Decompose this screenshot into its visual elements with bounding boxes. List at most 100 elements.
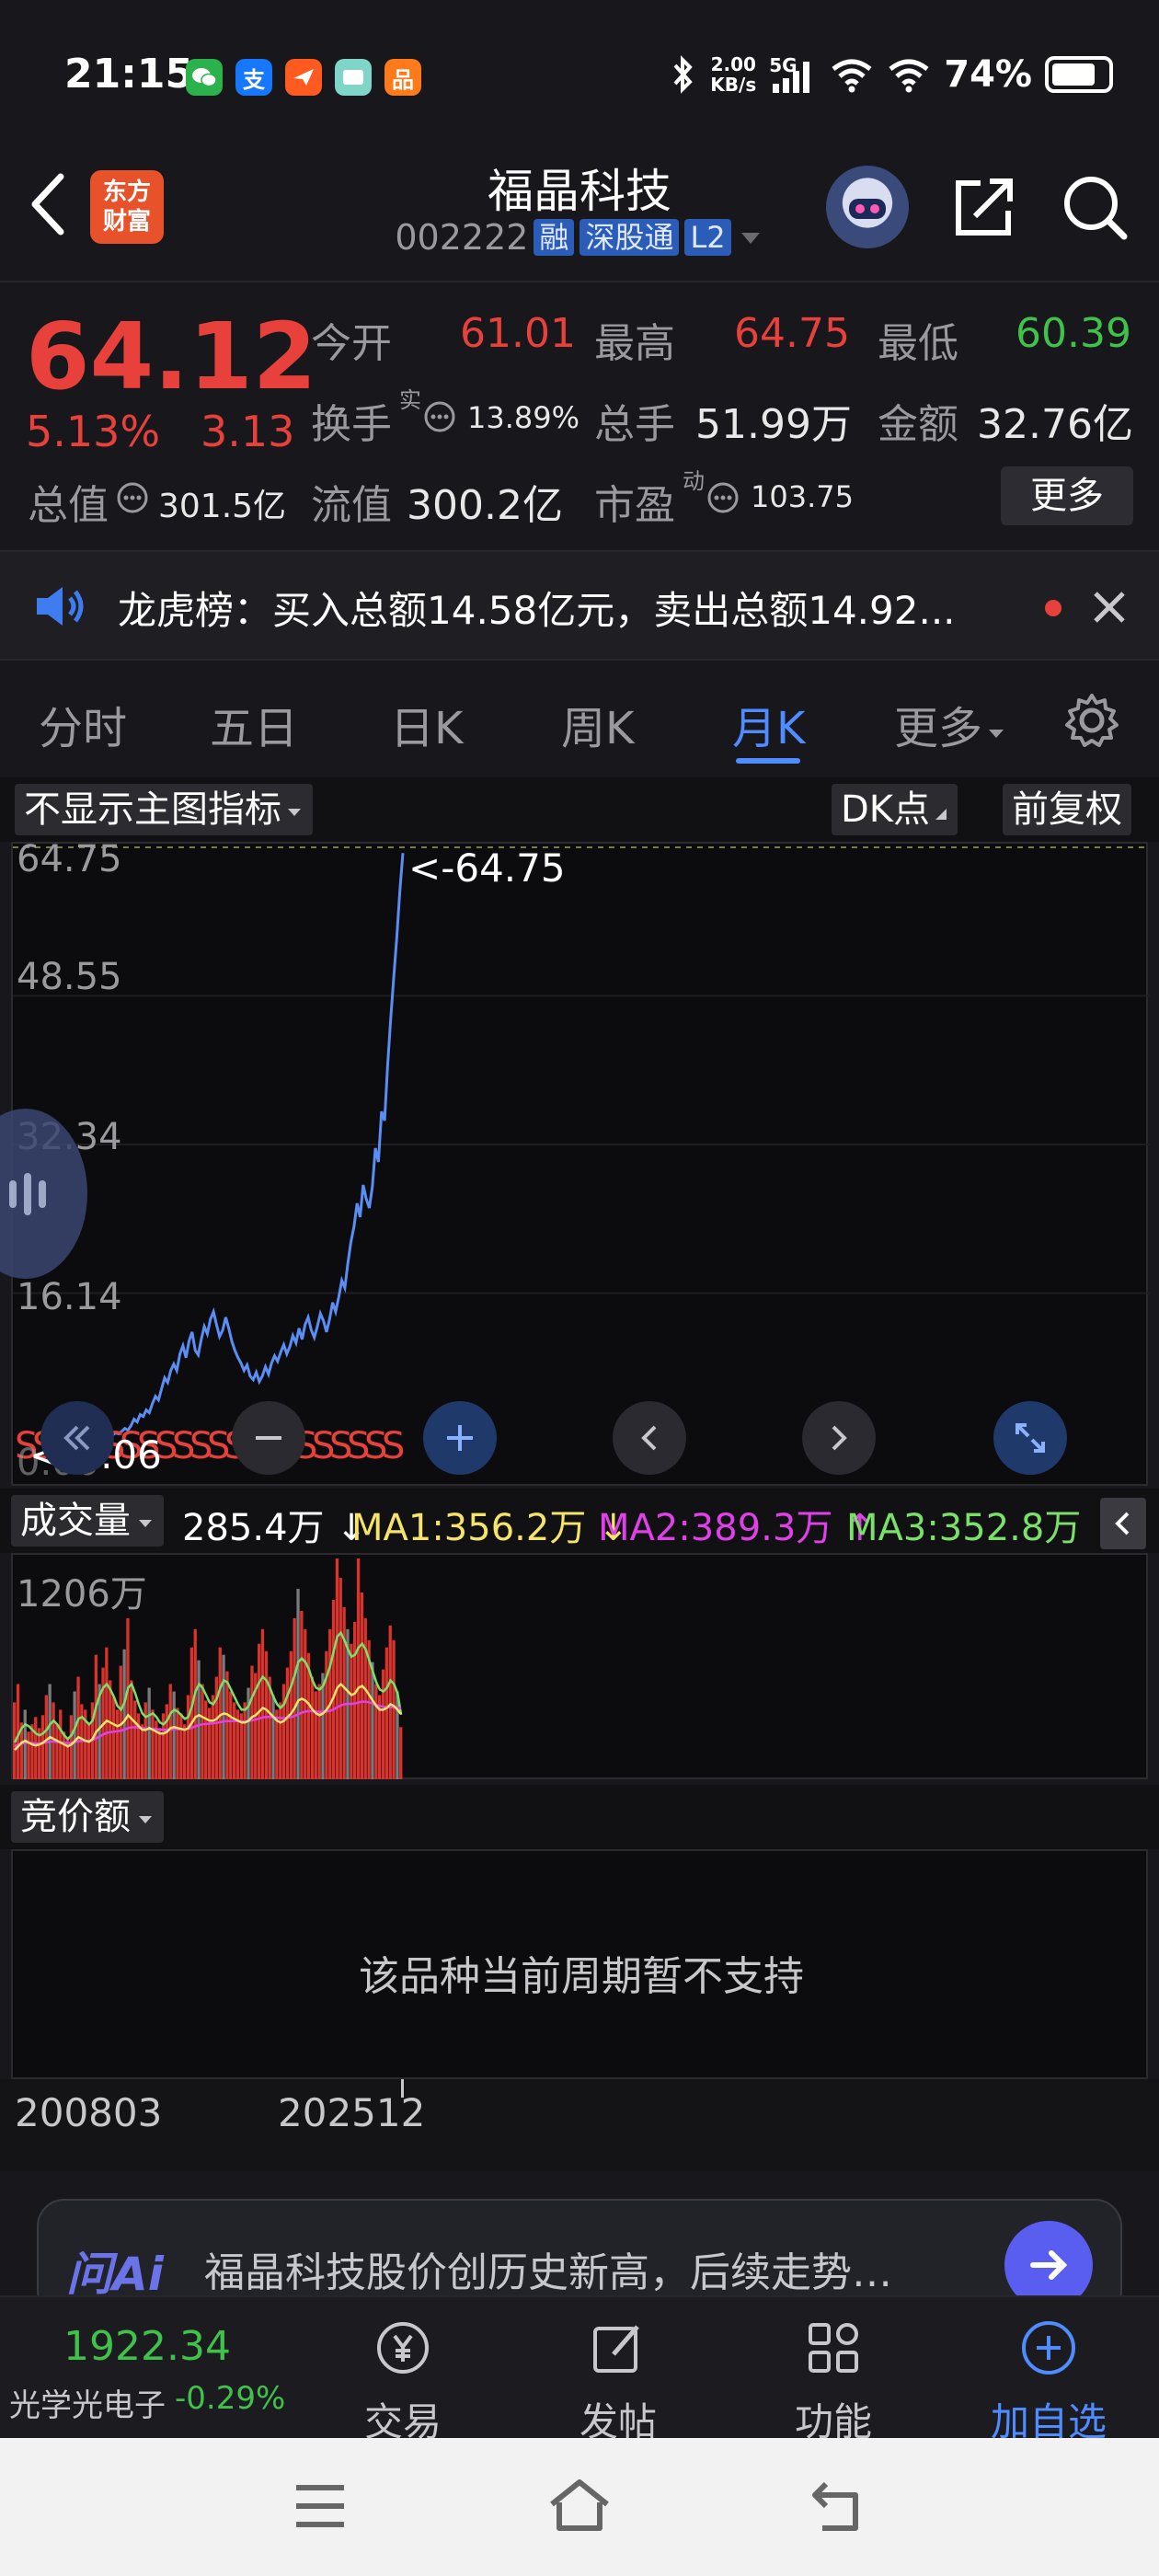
volume-chart[interactable]: 1206万 (11, 1553, 1148, 1779)
volume-bar (201, 1684, 204, 1779)
price-chart-svg: SSSSSSSSSSSSSSSSSSSSSS (13, 846, 1150, 1467)
volume-bar (321, 1673, 325, 1779)
change-amount: 3.13 (201, 407, 295, 456)
volume-bar (168, 1684, 172, 1779)
scroll-left-button[interactable] (613, 1401, 686, 1475)
tab-monthly-k[interactable]: 月K (732, 692, 805, 756)
volume-bar (69, 1715, 73, 1779)
caret-down-icon (989, 730, 1004, 738)
volume-bar (225, 1671, 229, 1779)
volume-bar (63, 1731, 66, 1779)
tab-weekly-k[interactable]: 周K (561, 692, 634, 756)
settings-gear-icon[interactable] (1061, 690, 1122, 751)
scroll-right-button[interactable] (802, 1401, 876, 1475)
status-right: 2.00 KB/s 5G 74% (670, 53, 1113, 96)
volume-bar (356, 1558, 361, 1779)
amount-label: 金额 (878, 401, 958, 448)
zoom-in-button[interactable] (423, 1401, 497, 1475)
connect-tag: 深股通 (580, 219, 680, 256)
mktcap-label: 总值 (28, 482, 109, 529)
period-tabs: 分时 五日 日K 周K 月K 更多 (0, 662, 1159, 777)
volume-bar (73, 1691, 76, 1779)
stock-header: 东方 财富 福晶科技 002222 融 深股通 L2 (0, 138, 1159, 281)
floatcap-value: 300.2亿 (407, 482, 563, 529)
chevron-left-icon (1115, 1512, 1130, 1535)
dk-point-toggle[interactable]: DK点 (832, 784, 958, 835)
volume-bar (384, 1647, 388, 1779)
volume-bar (331, 1600, 336, 1779)
low-label: 最低 (878, 320, 958, 367)
margin-tag: 融 (534, 219, 575, 256)
trade-yen-icon (377, 2322, 429, 2374)
wechat-icon (186, 59, 223, 96)
volume-bar (300, 1610, 304, 1779)
volume-bar (281, 1684, 286, 1779)
bid-indicator-dropdown[interactable]: 竞价额 (11, 1791, 164, 1843)
ai-logo: 问Ai (66, 2248, 164, 2301)
indicator-dropdown[interactable]: 不显示主图指标 (15, 784, 313, 835)
nav-add-watchlist[interactable]: 加自选 (966, 2316, 1131, 2447)
signal-icon: 5G (769, 54, 817, 95)
volume-bar (353, 1621, 357, 1779)
volume-value: 51.99万 (695, 401, 852, 448)
back-nav-icon[interactable] (808, 2478, 866, 2534)
chevron-left-icon (641, 1425, 657, 1451)
volume-bar (271, 1695, 275, 1779)
nav-post[interactable]: 发帖 (535, 2316, 701, 2447)
menu-icon[interactable] (293, 2480, 348, 2532)
zoom-out-button[interactable] (232, 1401, 305, 1475)
start-date: 200803 (15, 2090, 163, 2135)
volume-toolbar: 成交量 285.4万 ↓ MA1:356.2万 ↓ MA2:389.3万 ↑ M… (0, 1489, 1159, 1553)
open-value: 61.01 (460, 310, 576, 357)
close-icon[interactable] (1091, 589, 1128, 626)
volume-bar (111, 1696, 116, 1779)
volume-bar (193, 1628, 197, 1779)
scroll-to-start-button[interactable] (40, 1401, 114, 1475)
more-quote-button[interactable]: 更多 (1001, 466, 1133, 525)
net-speed: 2.00 KB/s (710, 53, 757, 96)
sector-index[interactable]: 1922.34 光学光电子 -0.29% (0, 2297, 313, 2440)
volume-bar (59, 1709, 63, 1779)
wifi-icon (889, 59, 929, 93)
collapse-legend-button[interactable] (1100, 1498, 1146, 1549)
share-icon[interactable] (947, 170, 1021, 244)
volume-bar (115, 1709, 120, 1779)
volume-indicator-dropdown[interactable]: 成交量 (11, 1495, 164, 1547)
notice-bar[interactable]: 龙虎榜：买入总额14.58亿元，卖出总额14.92... (0, 550, 1159, 661)
nav-trade[interactable]: 交易 (320, 2316, 486, 2447)
floating-assistant-button[interactable] (0, 1109, 87, 1279)
tab-five-day[interactable]: 五日 (210, 692, 298, 756)
volume-bar (126, 1617, 130, 1779)
caret-down-icon (139, 1520, 152, 1527)
volume-max-label: 1206万 (17, 1573, 147, 1616)
unread-dot (1045, 600, 1061, 616)
volume-bar (23, 1709, 27, 1779)
tab-daily-k[interactable]: 日K (390, 692, 463, 756)
search-icon[interactable] (1058, 170, 1131, 244)
volume-bar (176, 1708, 179, 1779)
grid-icon (809, 2323, 858, 2373)
info-icon[interactable] (116, 481, 149, 514)
volume-bar (94, 1654, 98, 1779)
info-icon[interactable] (706, 481, 740, 514)
home-icon[interactable] (546, 2475, 613, 2534)
assistant-robot-icon[interactable] (826, 166, 909, 248)
tab-intraday[interactable]: 分时 (39, 692, 127, 756)
volume-bar (55, 1724, 59, 1779)
caret-down-icon (139, 1816, 152, 1823)
volume-bar (264, 1650, 268, 1779)
fullscreen-button[interactable] (993, 1401, 1067, 1475)
bid-chart: 该品种当前周期暂不支持 (11, 1849, 1148, 2079)
level2-tag: L2 (684, 219, 731, 256)
adjust-button[interactable]: 前复权 (1003, 784, 1131, 835)
mail-icon (285, 59, 322, 96)
pe-value: 103.75 (751, 479, 854, 514)
tab-more[interactable]: 更多 (894, 692, 1006, 756)
nav-functions[interactable]: 功能 (751, 2316, 916, 2447)
volume-bar (109, 1680, 112, 1779)
volume-bar (122, 1649, 126, 1779)
price-chart[interactable]: SSSSSSSSSSSSSSSSSSSSSS 64.75 48.55 32.34… (11, 838, 1150, 1486)
volume-bar (388, 1625, 392, 1779)
info-icon[interactable] (423, 400, 456, 433)
high-label: 最高 (594, 320, 675, 367)
